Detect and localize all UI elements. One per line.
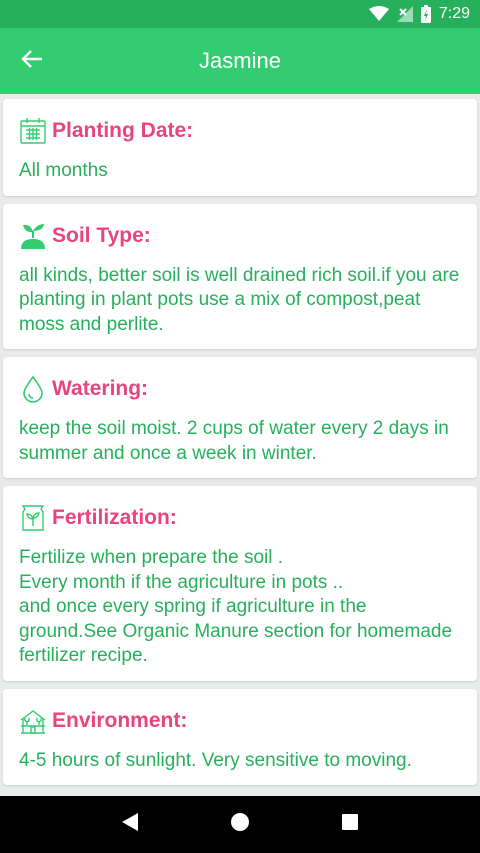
wifi-icon [368,6,389,22]
battery-icon [420,5,431,23]
nav-back-button[interactable] [110,805,150,845]
back-button[interactable] [0,28,64,94]
card-title: Planting Date: [52,119,194,142]
card-title: Soil Type: [52,223,151,247]
card-header: Watering: [19,373,461,405]
card-fertilization: Fertilization: Fertilize when prepare th… [3,486,477,681]
card-header: Soil Type: [19,220,461,252]
card-body: Fertilize when prepare the soil . Every … [19,547,453,666]
card-header: Environment: [19,705,461,737]
water-drop-icon [19,375,47,403]
app-bar: Jasmine [0,28,480,94]
card-title: Watering: [52,377,149,400]
card-planting-date: Planting Date: All months [3,99,477,196]
status-bar: 7:29 [0,0,480,28]
system-nav-bar [0,796,480,853]
status-time: 7:29 [438,5,470,22]
circle-home-icon [230,812,250,837]
card-title: Fertilization: [52,506,177,529]
sprout-icon [19,222,47,250]
card-title: Environment: [52,708,188,732]
card-body: all kinds, better soil is well drained r… [19,264,460,335]
card-body: keep the soil moist. 2 cups of water eve… [19,418,449,464]
page-title: Jasmine [199,48,281,73]
card-watering: Watering: keep the soil moist. 2 cups of… [3,357,477,478]
cell-signal-icon [396,6,413,22]
plant-info-list[interactable]: Planting Date: All months Soil Type: all… [0,94,480,796]
triangle-back-icon [121,812,139,837]
card-environment: Environment: 4-5 hours of sunlight. Very… [3,688,477,785]
greenhouse-icon [19,707,47,735]
card-header: Fertilization: [19,502,461,534]
card-header: Planting Date: [19,115,461,147]
nav-recents-button[interactable] [330,805,370,845]
card-soil-type: Soil Type: all kinds, better soil is wel… [3,203,477,349]
nav-home-button[interactable] [220,805,260,845]
calendar-icon [19,117,47,145]
back-arrow-icon [21,49,43,74]
card-body: All months [19,160,108,181]
fertilizer-bag-icon [19,504,47,532]
square-recents-icon [341,813,359,836]
card-body: 4-5 hours of sunlight. Very sensitive to… [19,749,412,771]
